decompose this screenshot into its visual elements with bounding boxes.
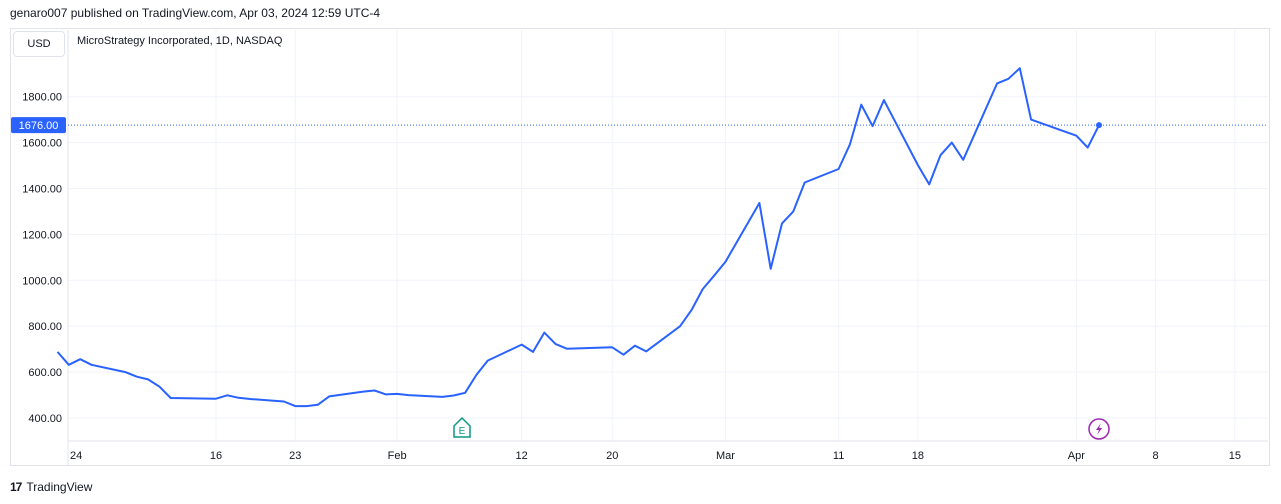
y-tick-label: 1400.00 xyxy=(22,184,62,196)
x-tick-label: 15 xyxy=(1229,450,1241,462)
y-tick-label: 1600.00 xyxy=(22,138,62,150)
x-tick-label: 24 xyxy=(70,450,82,462)
last-price-label: 1676.00 xyxy=(19,120,59,132)
x-tick-label: Apr xyxy=(1068,450,1085,462)
y-tick-label: 400.00 xyxy=(28,413,62,425)
x-tick-label: 16 xyxy=(210,450,222,462)
x-tick-label: Mar xyxy=(716,450,735,462)
tradingview-logo-icon: 17 xyxy=(10,480,22,494)
last-price-dot xyxy=(1096,122,1102,129)
x-tick-label: 12 xyxy=(516,450,528,462)
x-tick-label: 23 xyxy=(289,450,301,462)
x-tick-label: Feb xyxy=(388,450,407,462)
y-tick-label: 600.00 xyxy=(28,367,62,379)
y-tick-label: 1200.00 xyxy=(22,229,62,241)
y-tick-label: 1000.00 xyxy=(22,275,62,287)
x-tick-label: 8 xyxy=(1153,450,1159,462)
x-tick-label: 11 xyxy=(833,450,844,462)
footer-branding[interactable]: 17 TradingView xyxy=(10,480,92,494)
price-chart[interactable]: 400.00 600.00 800.00 1000.00 1200.00 1400.00 1… xyxy=(0,0,1281,504)
earnings-marker-label: E xyxy=(459,426,466,437)
x-tick-label: 18 xyxy=(912,450,924,462)
y-tick-label: 1800.00 xyxy=(22,92,62,104)
price-series-line xyxy=(56,67,1100,408)
x-tick-label: 20 xyxy=(606,450,618,462)
y-tick-label: 800.00 xyxy=(28,321,62,333)
footer-brand: TradingView xyxy=(26,480,93,494)
